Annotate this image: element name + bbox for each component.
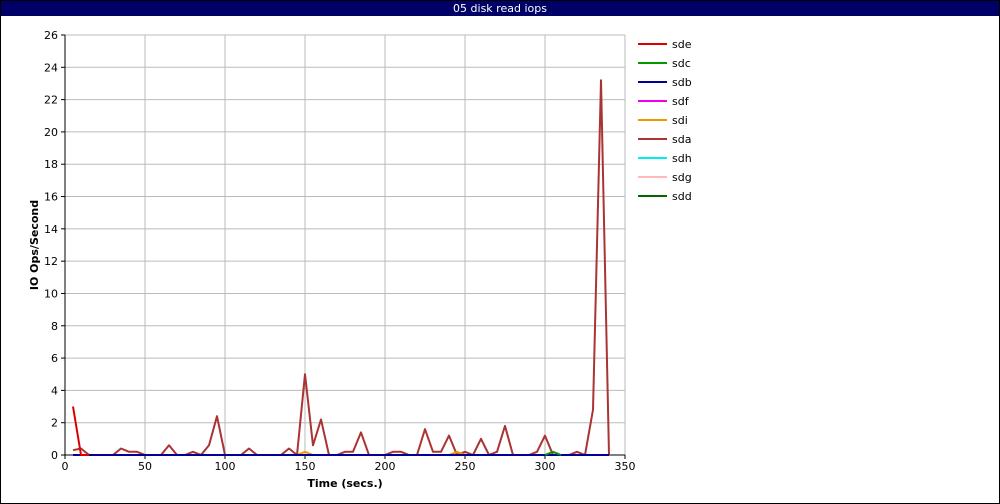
x-tick-label: 350 xyxy=(615,460,636,473)
grid xyxy=(64,34,626,456)
y-tick-label: 0 xyxy=(51,449,58,462)
legend-label-sdb: sdb xyxy=(672,76,692,89)
x-axis-label: Time (secs.) xyxy=(307,477,382,490)
plot-area xyxy=(65,35,625,455)
y-tick-label: 20 xyxy=(44,126,58,139)
chart-svg: 0 50 100 150 200 250 300 3500246810121416182022… xyxy=(28,29,692,490)
y-tick-label: 14 xyxy=(44,223,58,236)
y-tick-label: 12 xyxy=(44,255,58,268)
y-tick-label: 22 xyxy=(44,94,58,107)
legend-label-sdf: sdf xyxy=(672,95,690,108)
y-tick-label: 18 xyxy=(44,158,58,171)
y-tick-label: 2 xyxy=(51,417,58,430)
legend-label-sde: sde xyxy=(672,38,692,51)
legend-label-sdc: sdc xyxy=(672,57,691,70)
y-tick-label: 10 xyxy=(44,287,58,300)
y-tick-label: 26 xyxy=(44,29,58,42)
y-tick-label: 8 xyxy=(51,320,58,333)
legend-label-sdi: sdi xyxy=(672,114,688,127)
y-axis-label: IO Ops/Second xyxy=(28,200,41,290)
x-tick-label: 0 xyxy=(62,460,69,473)
legend-label-sdg: sdg xyxy=(672,171,692,184)
x-tick-label: 300 xyxy=(535,460,556,473)
legend-label-sdd: sdd xyxy=(672,190,692,203)
y-tick-label: 4 xyxy=(51,384,58,397)
legend: sde sdc sdb sdf sdi sda sdh sdg sdd xyxy=(638,38,692,203)
x-tick-label: 100 xyxy=(215,460,236,473)
x-tick-label: 150 xyxy=(295,460,316,473)
y-tick-label: 16 xyxy=(44,191,58,204)
x-tick-label: 50 xyxy=(138,460,152,473)
legend-label-sda: sda xyxy=(672,133,691,146)
y-tick-label: 24 xyxy=(44,61,58,74)
y-tick-label: 6 xyxy=(51,352,58,365)
x-tick-label: 250 xyxy=(455,460,476,473)
legend-label-sdh: sdh xyxy=(672,152,692,165)
x-tick-label: 200 xyxy=(375,460,396,473)
